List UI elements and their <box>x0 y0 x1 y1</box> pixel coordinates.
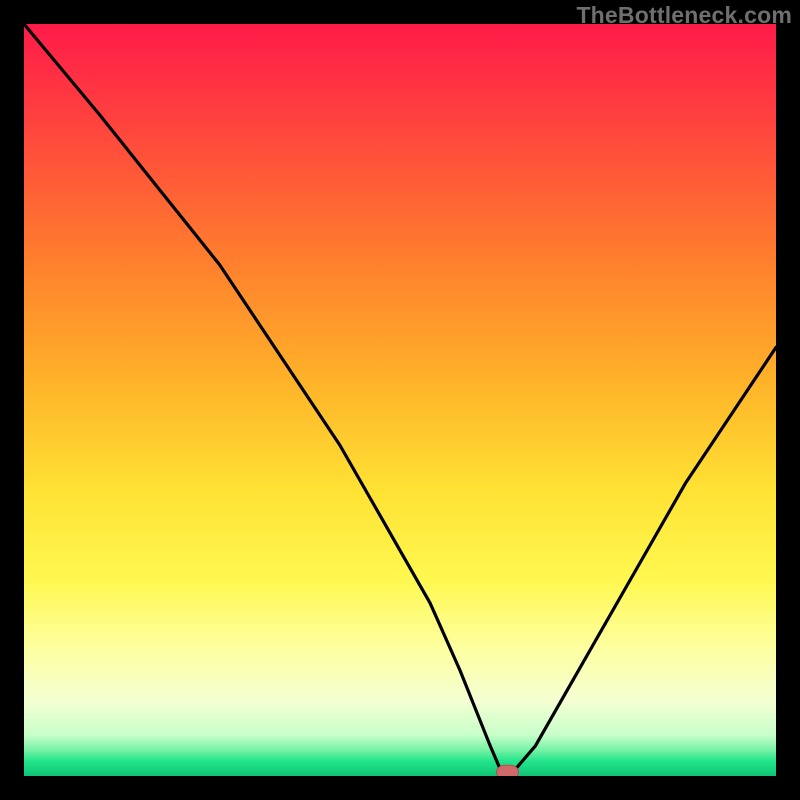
chart-container: TheBottleneck.com <box>0 0 800 800</box>
plot-area <box>24 24 776 776</box>
gradient-background <box>24 24 776 776</box>
watermark-text: TheBottleneck.com <box>576 2 792 29</box>
chart-svg <box>24 24 776 776</box>
optimal-marker <box>497 765 519 776</box>
